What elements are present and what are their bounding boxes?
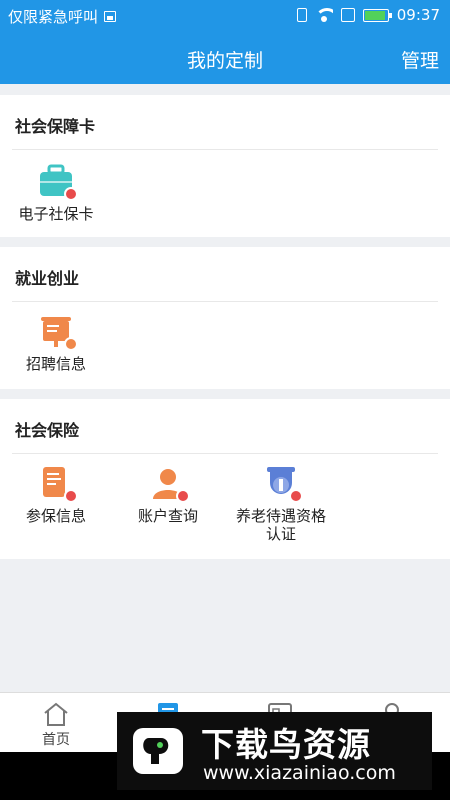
- pension-certification-icon: [263, 465, 303, 503]
- status-bar: 仅限紧急呼叫 09:37: [0, 0, 450, 30]
- page-title: 我的定制: [186, 50, 263, 72]
- home-icon: [44, 702, 68, 726]
- tile-label: 参保信息: [25, 507, 86, 525]
- vibrate-icon: [296, 8, 307, 22]
- insurance-info-icon: [38, 465, 78, 503]
- top-app-bar: 仅限紧急呼叫 09:37 我的定制 管理: [0, 0, 450, 84]
- badge-icon: [64, 489, 78, 503]
- badge-icon: [289, 489, 303, 503]
- tile-label: 账户查询: [137, 507, 198, 525]
- manage-button[interactable]: 管理: [401, 46, 439, 73]
- tab-home[interactable]: 首页: [0, 693, 112, 753]
- tile-account-query[interactable]: 账户查询: [118, 465, 218, 525]
- status-time: 09:37: [396, 6, 440, 24]
- carrier-text: 仅限紧急呼叫: [8, 8, 99, 26]
- tile-label: 电子社保卡: [18, 205, 94, 223]
- bird-logo-icon: [133, 728, 183, 774]
- image-notification-icon: [104, 11, 117, 22]
- tile-recruitment-info[interactable]: 招聘信息: [6, 313, 106, 373]
- account-query-icon: [150, 465, 190, 503]
- recruitment-icon: [38, 313, 78, 351]
- watermark-title: 下载鸟资源: [201, 725, 371, 764]
- status-left: 仅限紧急呼叫: [8, 6, 117, 27]
- badge-icon: [64, 187, 78, 201]
- badge-icon: [64, 337, 78, 351]
- battery-fill: [364, 10, 385, 20]
- divider: [12, 453, 438, 454]
- section-employment: 就业创业 招聘信息: [0, 247, 450, 389]
- tile-label: 养老待遇资格认证: [235, 507, 326, 543]
- battery-icon: [362, 8, 392, 22]
- section-title: 就业创业: [15, 269, 80, 288]
- divider: [12, 149, 438, 150]
- watermark-url: www.xiazainiao.com: [203, 762, 396, 784]
- tile-pension-certification[interactable]: 养老待遇资格认证: [231, 465, 331, 543]
- tile-electronic-social-card[interactable]: 电子社保卡: [6, 163, 106, 223]
- section-title: 社会保障卡: [15, 117, 96, 136]
- divider: [12, 301, 438, 302]
- tile-label: 招聘信息: [25, 355, 86, 373]
- section-social-security-card: 社会保障卡 电子社保卡: [0, 95, 450, 237]
- section-title: 社会保险: [15, 421, 80, 440]
- tile-insurance-info[interactable]: 参保信息: [6, 465, 106, 525]
- section-social-insurance: 社会保险 参保信息 账户查询 养老待遇资格认证: [0, 399, 450, 559]
- wifi-icon: [314, 8, 333, 22]
- tab-label: 首页: [42, 732, 70, 748]
- watermark-banner: 下载鸟资源 www.xiazainiao.com: [117, 712, 432, 790]
- ecard-icon: [38, 163, 78, 201]
- status-right: 09:37: [296, 6, 440, 24]
- signal-icon: [340, 8, 355, 22]
- badge-icon: [176, 489, 190, 503]
